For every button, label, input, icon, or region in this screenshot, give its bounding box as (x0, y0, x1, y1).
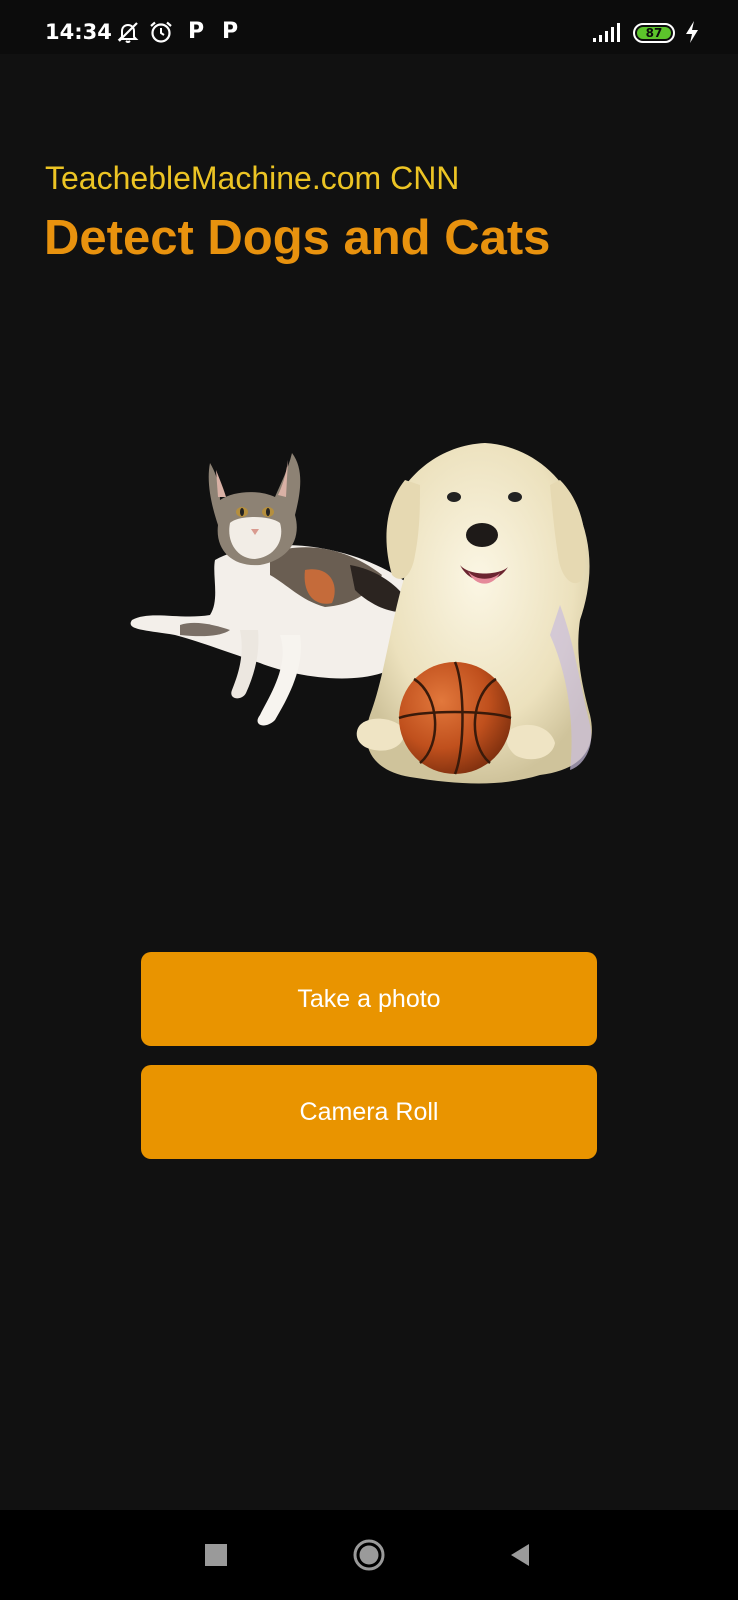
camera-roll-button[interactable]: Camera Roll (141, 1065, 597, 1159)
charging-icon (686, 21, 698, 43)
signal-icon (593, 23, 620, 42)
cat-image (130, 453, 418, 726)
take-photo-button[interactable]: Take a photo (141, 952, 597, 1046)
battery-indicator: 87 (633, 23, 675, 43)
alarm-icon (150, 21, 172, 43)
basketball-image (398, 661, 512, 775)
recent-apps-icon (205, 1544, 227, 1566)
app-subtitle: TeachebleMachine.com CNN (45, 160, 460, 196)
parking-icon: P (188, 19, 205, 44)
navigation-bar (0, 1510, 738, 1600)
hero-illustration (130, 443, 592, 784)
recent-apps-button[interactable] (193, 1532, 239, 1578)
back-icon (511, 1544, 529, 1566)
status-time: 14:34 (45, 20, 112, 44)
home-button[interactable] (346, 1532, 392, 1578)
back-button[interactable] (497, 1532, 543, 1578)
bell-off-icon (117, 22, 139, 43)
home-icon (353, 1539, 385, 1571)
status-bar: 14:34 P P 87 (0, 0, 738, 54)
battery-level: 87 (637, 27, 671, 39)
page-title: Detect Dogs and Cats (44, 211, 551, 265)
parking-icon: P (222, 19, 239, 44)
